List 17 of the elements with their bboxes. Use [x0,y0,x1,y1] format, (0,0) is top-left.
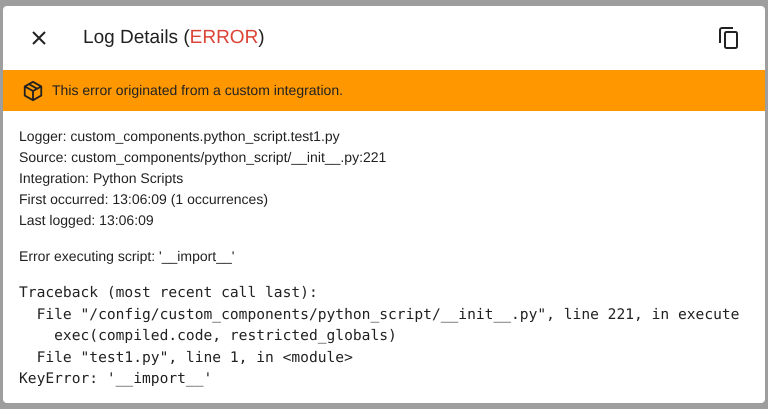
traceback-line: exec(compiled.code, restricted_globals) [53,326,397,346]
traceback-line: KeyError: '__import__' [19,369,212,389]
detail-line: First occurred: 13:06:09 (1 occurrences) [19,190,268,209]
dialog-title: Log Details (ERROR) [83,26,265,50]
detail-line: Logger: custom_components.python_script.test1.py [19,127,340,146]
traceback-line: File "/config/custom_components/python_script/__init__.py", line 221, in execute [36,304,740,324]
traceback-line: File "test1.py", line 1, in <module> [36,348,353,368]
detail-line: Last logged: 13:06:09 [19,211,154,230]
close-icon [31,30,47,46]
package-icon [22,80,44,102]
detail-line: Integration: Python Scripts [19,169,184,188]
warning-text: This error originated from a custom integration. [52,81,344,100]
error-message: Error executing script: '__import__' [19,247,234,266]
copy-icon [719,27,739,49]
detail-line: Source: custom_components/python_script/__init__.py:221 [19,148,386,167]
traceback-line: Traceback (most recent call last): [19,283,318,303]
copy-button[interactable] [717,26,741,50]
